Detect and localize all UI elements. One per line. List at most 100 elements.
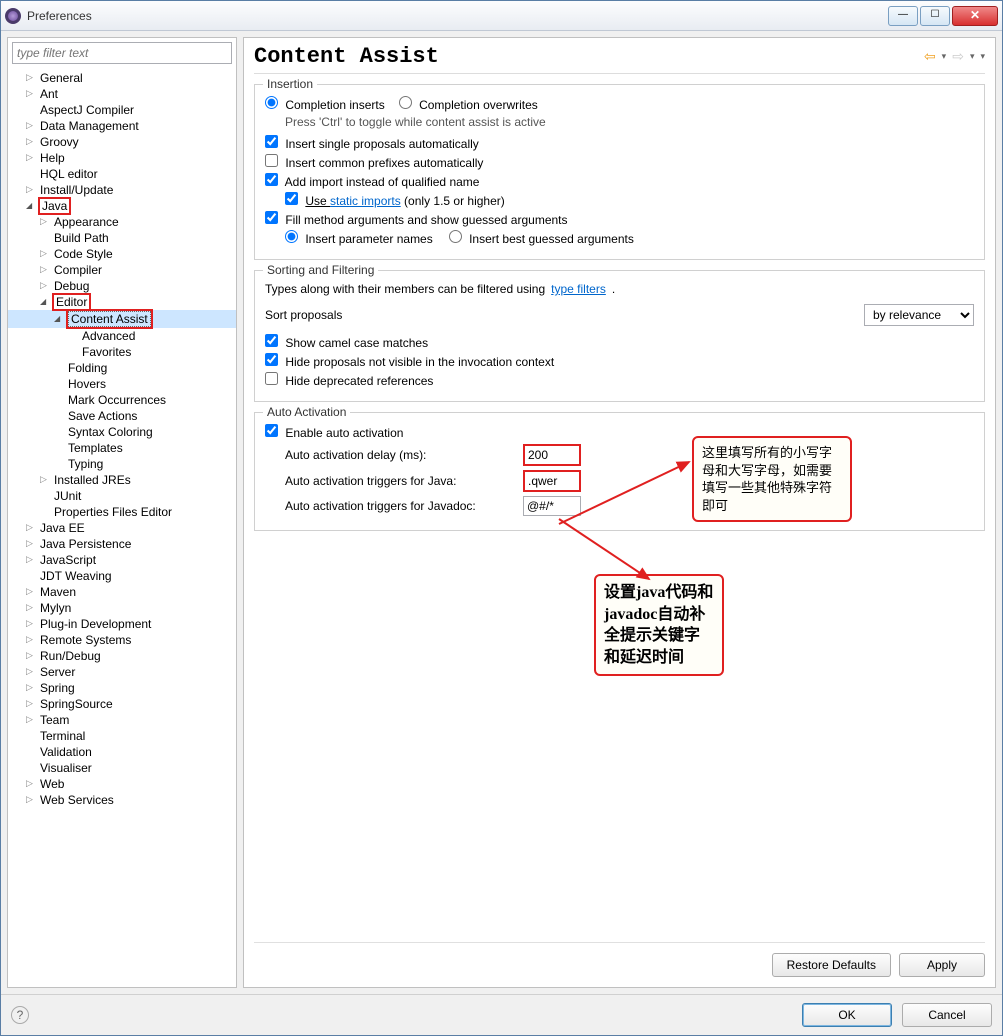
tree-arrow-icon[interactable]: [40, 248, 52, 260]
tree-arrow-icon[interactable]: [40, 506, 52, 518]
tree-item-advanced[interactable]: Advanced: [8, 328, 236, 344]
tree-item-plug-in-development[interactable]: Plug-in Development: [8, 616, 236, 632]
tree-arrow-icon[interactable]: [26, 650, 38, 662]
tree-item-favorites[interactable]: Favorites: [8, 344, 236, 360]
tree-arrow-icon[interactable]: [26, 88, 38, 100]
javadoc-triggers-input[interactable]: [523, 496, 581, 516]
cancel-button[interactable]: Cancel: [902, 1003, 992, 1027]
tree-item-install-update[interactable]: Install/Update: [8, 182, 236, 198]
tree-arrow-icon[interactable]: [26, 602, 38, 614]
insert-common-checkbox[interactable]: Insert common prefixes automatically: [265, 154, 483, 170]
tree-arrow-icon[interactable]: [26, 666, 38, 678]
tree-arrow-icon[interactable]: [54, 426, 66, 438]
tree-arrow-icon[interactable]: [68, 346, 80, 358]
tree-item-run-debug[interactable]: Run/Debug: [8, 648, 236, 664]
tree-arrow-icon[interactable]: [26, 152, 38, 164]
hide-deprecated-checkbox[interactable]: Hide deprecated references: [265, 372, 433, 388]
tree-item-junit[interactable]: JUnit: [8, 488, 236, 504]
tree-arrow-icon[interactable]: [26, 682, 38, 694]
tree-item-installed-jres[interactable]: Installed JREs: [8, 472, 236, 488]
tree-item-terminal[interactable]: Terminal: [8, 728, 236, 744]
tree-item-debug[interactable]: Debug: [8, 278, 236, 294]
add-import-checkbox[interactable]: Add import instead of qualified name: [265, 173, 479, 189]
tree-arrow-icon[interactable]: [26, 72, 38, 84]
tree-item-ant[interactable]: Ant: [8, 86, 236, 102]
hide-invisible-checkbox[interactable]: Hide proposals not visible in the invoca…: [265, 353, 554, 369]
tree-item-hovers[interactable]: Hovers: [8, 376, 236, 392]
tree-item-springsource[interactable]: SpringSource: [8, 696, 236, 712]
view-menu-icon[interactable]: ▾: [980, 51, 985, 62]
tree-item-mark-occurrences[interactable]: Mark Occurrences: [8, 392, 236, 408]
tree-arrow-icon[interactable]: [54, 313, 66, 325]
apply-button[interactable]: Apply: [899, 953, 985, 977]
filter-input[interactable]: [12, 42, 232, 64]
forward-menu-icon[interactable]: ▾: [970, 51, 975, 62]
tree-arrow-icon[interactable]: [26, 538, 38, 550]
static-imports-link[interactable]: static imports: [330, 194, 401, 208]
forward-arrow-icon[interactable]: ⇨: [952, 48, 964, 65]
tree-arrow-icon[interactable]: [26, 778, 38, 790]
tree-item-build-path[interactable]: Build Path: [8, 230, 236, 246]
type-filters-link[interactable]: type filters: [551, 282, 606, 296]
tree-item-visualiser[interactable]: Visualiser: [8, 760, 236, 776]
tree-item-general[interactable]: General: [8, 70, 236, 86]
tree-item-groovy[interactable]: Groovy: [8, 134, 236, 150]
tree-arrow-icon[interactable]: [26, 730, 38, 742]
tree-item-java[interactable]: Java: [8, 198, 236, 214]
tree-arrow-icon[interactable]: [26, 104, 38, 116]
tree-arrow-icon[interactable]: [54, 394, 66, 406]
tree-arrow-icon[interactable]: [54, 362, 66, 374]
delay-input[interactable]: [523, 444, 581, 466]
tree-item-templates[interactable]: Templates: [8, 440, 236, 456]
tree-item-help[interactable]: Help: [8, 150, 236, 166]
tree-arrow-icon[interactable]: [40, 474, 52, 486]
maximize-button[interactable]: ☐: [920, 6, 950, 26]
tree-arrow-icon[interactable]: [54, 378, 66, 390]
tree-item-folding[interactable]: Folding: [8, 360, 236, 376]
tree-arrow-icon[interactable]: [54, 410, 66, 422]
tree-arrow-icon[interactable]: [40, 280, 52, 292]
help-icon[interactable]: ?: [11, 1006, 29, 1024]
completion-inserts-radio[interactable]: Completion inserts: [265, 96, 385, 112]
sort-proposals-combo[interactable]: by relevance: [864, 304, 974, 326]
tree-item-code-style[interactable]: Code Style: [8, 246, 236, 262]
tree-arrow-icon[interactable]: [26, 184, 38, 196]
tree-arrow-icon[interactable]: [26, 762, 38, 774]
tree-item-spring[interactable]: Spring: [8, 680, 236, 696]
tree-item-javascript[interactable]: JavaScript: [8, 552, 236, 568]
tree-item-syntax-coloring[interactable]: Syntax Coloring: [8, 424, 236, 440]
tree-arrow-icon[interactable]: [26, 120, 38, 132]
tree-item-validation[interactable]: Validation: [8, 744, 236, 760]
tree-arrow-icon[interactable]: [26, 794, 38, 806]
insert-param-names-radio[interactable]: Insert parameter names: [285, 230, 433, 246]
tree-arrow-icon[interactable]: [26, 168, 38, 180]
tree-item-properties-files-editor[interactable]: Properties Files Editor: [8, 504, 236, 520]
tree-item-typing[interactable]: Typing: [8, 456, 236, 472]
use-static-imports-checkbox[interactable]: Use static imports (only 1.5 or higher): [285, 192, 505, 208]
tree-arrow-icon[interactable]: [40, 216, 52, 228]
tree-arrow-icon[interactable]: [54, 458, 66, 470]
ok-button[interactable]: OK: [802, 1003, 892, 1027]
tree-arrow-icon[interactable]: [26, 634, 38, 646]
tree-arrow-icon[interactable]: [26, 522, 38, 534]
tree-item-maven[interactable]: Maven: [8, 584, 236, 600]
tree-item-java-ee[interactable]: Java EE: [8, 520, 236, 536]
tree-item-hql-editor[interactable]: HQL editor: [8, 166, 236, 182]
tree-arrow-icon[interactable]: [40, 264, 52, 276]
tree-arrow-icon[interactable]: [26, 200, 38, 212]
tree-arrow-icon[interactable]: [40, 232, 52, 244]
tree-item-save-actions[interactable]: Save Actions: [8, 408, 236, 424]
completion-overwrites-radio[interactable]: Completion overwrites: [399, 96, 538, 112]
tree-arrow-icon[interactable]: [26, 554, 38, 566]
tree-arrow-icon[interactable]: [68, 330, 80, 342]
tree-item-web[interactable]: Web: [8, 776, 236, 792]
tree-item-appearance[interactable]: Appearance: [8, 214, 236, 230]
preferences-tree[interactable]: GeneralAntAspectJ CompilerData Managemen…: [8, 68, 236, 987]
restore-defaults-button[interactable]: Restore Defaults: [772, 953, 891, 977]
tree-arrow-icon[interactable]: [26, 746, 38, 758]
camel-case-checkbox[interactable]: Show camel case matches: [265, 334, 428, 350]
tree-arrow-icon[interactable]: [26, 698, 38, 710]
tree-arrow-icon[interactable]: [26, 586, 38, 598]
tree-item-java-persistence[interactable]: Java Persistence: [8, 536, 236, 552]
tree-arrow-icon[interactable]: [40, 490, 52, 502]
